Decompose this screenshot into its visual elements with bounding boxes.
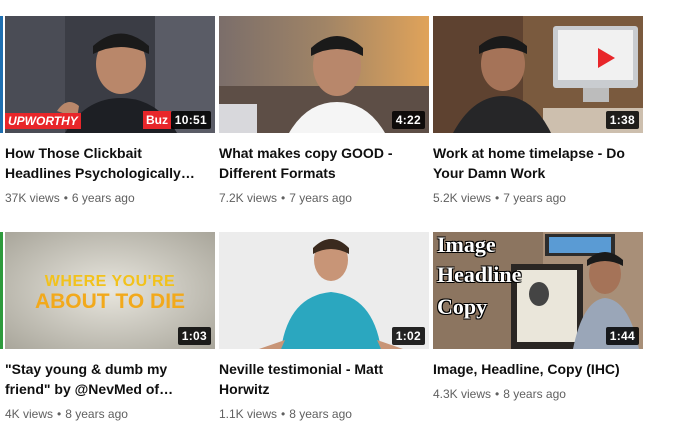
upload-age: 8 years ago <box>503 387 566 401</box>
video-meta: 4.3K views • 8 years ago <box>433 385 643 403</box>
video-card[interactable]: 4:22 What makes copy GOOD - Different Fo… <box>219 16 429 207</box>
video-duration: 10:51 <box>170 111 211 129</box>
thumbnail-overlay-text: Image <box>437 232 496 257</box>
upload-age: 7 years ago <box>289 191 352 205</box>
thumbnail-overlay-text: UPWORTHY <box>5 113 81 129</box>
video-duration: 1:38 <box>605 111 639 129</box>
meta-separator: • <box>495 191 500 205</box>
video-card[interactable]: 1:38 Work at home timelapse - Do Your Da… <box>433 16 643 207</box>
video-meta: 5.2K views • 7 years ago <box>433 189 643 207</box>
video-grid: UPWORTHY Buz 10:51 How Those Clickbait H… <box>0 0 676 428</box>
video-thumbnail[interactable]: UPWORTHY Buz 10:51 <box>5 16 215 133</box>
thumbnail-overlay-text: Copy <box>437 294 488 319</box>
view-count: 37K views <box>5 191 60 205</box>
video-thumbnail[interactable]: 1:02 <box>219 232 429 349</box>
upload-age: 8 years ago <box>65 407 128 421</box>
video-duration: 1:44 <box>605 327 639 345</box>
view-count: 5.2K views <box>433 191 492 205</box>
thumbnail-overlay-text: WHERE YOU'RE <box>44 273 176 290</box>
video-title[interactable]: Work at home timelapse - Do Your Damn Wo… <box>433 143 633 183</box>
video-duration: 4:22 <box>391 111 425 129</box>
video-title[interactable]: How Those Clickbait Headlines Psychologi… <box>5 143 205 183</box>
video-thumbnail[interactable]: 4:22 <box>219 16 429 133</box>
upload-age: 6 years ago <box>71 191 135 205</box>
meta-separator: • <box>281 191 286 205</box>
thumbnail-overlay-text: Buz <box>143 111 171 129</box>
video-meta: 37K views • 6 years ago <box>5 189 215 207</box>
thumbnail-overlay-text: ABOUT TO DIE <box>34 290 186 313</box>
video-card[interactable]: WHERE YOU'RE ABOUT TO DIE 1:03 "Stay you… <box>5 232 215 423</box>
video-title[interactable]: "Stay young & dumb my friend" by @NevMed… <box>5 359 205 399</box>
upload-age: 7 years ago <box>503 191 566 205</box>
view-count: 4K views <box>5 407 54 421</box>
thumbnail-overlay-text: Headline <box>437 262 522 287</box>
upload-age: 8 years ago <box>289 407 352 421</box>
video-duration: 1:02 <box>391 327 425 345</box>
video-thumbnail[interactable]: Image Headline Copy 1:44 <box>433 232 643 349</box>
view-count: 7.2K views <box>219 191 278 205</box>
partial-thumbnail-edge <box>0 16 3 133</box>
partial-thumbnail-edge <box>0 232 3 349</box>
meta-separator: • <box>495 387 500 401</box>
video-card[interactable]: UPWORTHY Buz 10:51 How Those Clickbait H… <box>5 16 215 207</box>
video-card[interactable]: 1:02 Neville testimonial - Matt Horwitz … <box>219 232 429 423</box>
video-title[interactable]: What makes copy GOOD - Different Formats <box>219 143 419 183</box>
meta-separator: • <box>57 407 62 421</box>
video-thumbnail[interactable]: WHERE YOU'RE ABOUT TO DIE 1:03 <box>5 232 215 349</box>
view-count: 1.1K views <box>219 407 278 421</box>
video-meta: 7.2K views • 7 years ago <box>219 189 429 207</box>
meta-separator: • <box>281 407 286 421</box>
view-count: 4.3K views <box>433 387 492 401</box>
video-title[interactable]: Image, Headline, Copy (IHC) <box>433 359 633 379</box>
video-meta: 1.1K views • 8 years ago <box>219 405 429 423</box>
video-meta: 4K views • 8 years ago <box>5 405 215 423</box>
video-thumbnail[interactable]: 1:38 <box>433 16 643 133</box>
video-title[interactable]: Neville testimonial - Matt Horwitz <box>219 359 419 399</box>
video-duration: 1:03 <box>177 327 211 345</box>
meta-separator: • <box>63 191 68 205</box>
video-card[interactable]: Image Headline Copy 1:44 Image, Headline… <box>433 232 643 403</box>
